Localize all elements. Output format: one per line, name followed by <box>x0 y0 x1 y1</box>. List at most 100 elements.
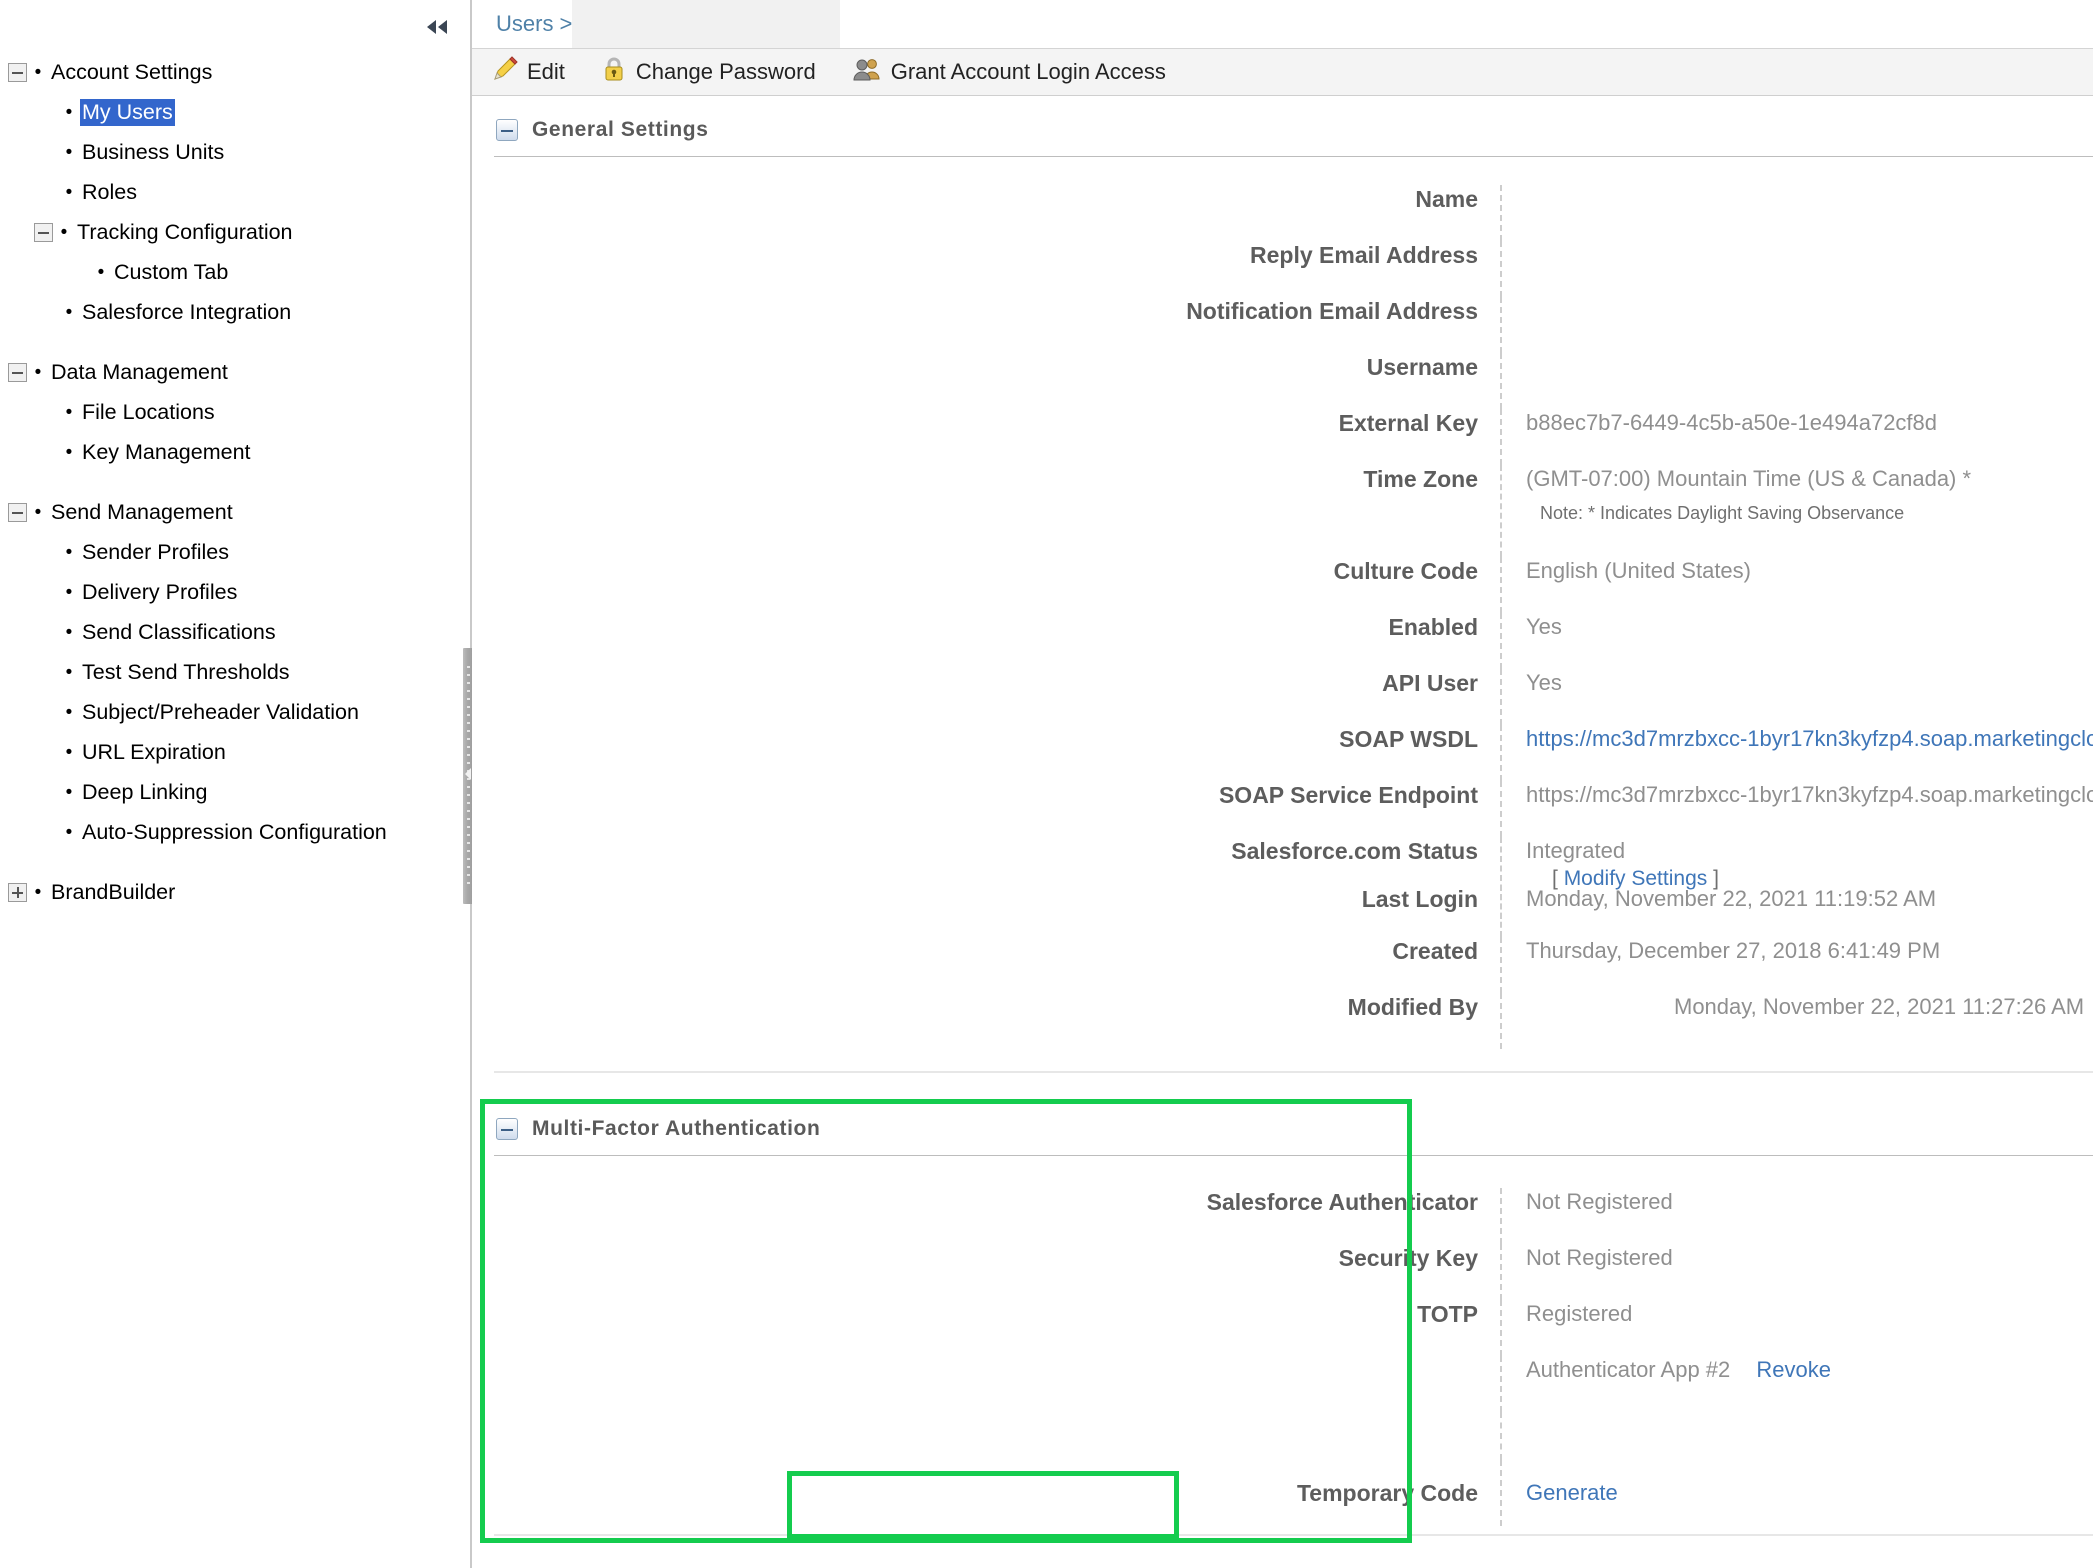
mfa-section: Multi-Factor Authentication Salesforce A… <box>472 1099 2093 1543</box>
sidebar-item-label[interactable]: Key Management <box>80 439 253 466</box>
sidebar-item-subject-preheader-validation[interactable]: • Subject/Preheader Validation <box>0 692 470 732</box>
soap-wsdl-link[interactable]: https://mc3d7mrzbxcc-1byr17kn3kyfzp4.soa… <box>1526 726 2093 751</box>
sidebar-item-deep-linking[interactable]: • Deep Linking <box>0 772 470 812</box>
nav-group-spacer <box>0 472 470 492</box>
field-value: Yes <box>1500 669 2093 725</box>
bullet-icon: • <box>65 781 73 803</box>
change-password-button[interactable]: Change Password <box>601 56 816 88</box>
section-collapse-icon[interactable] <box>496 1118 518 1140</box>
sidebar-item-label[interactable]: Send Management <box>49 499 235 526</box>
collapse-sidebar-button[interactable] <box>422 14 454 40</box>
sidebar-item-label[interactable]: URL Expiration <box>80 739 228 766</box>
field-value: https://mc3d7mrzbxcc-1byr17kn3kyfzp4.soa… <box>1500 781 2093 837</box>
generate-link[interactable]: Generate <box>1526 1480 1618 1505</box>
sidebar-item-send-management[interactable]: • Send Management <box>0 492 470 532</box>
sidebar-item-label[interactable]: Deep Linking <box>80 779 210 806</box>
sidebar-item-business-units[interactable]: • Business Units <box>0 132 470 172</box>
sidebar-item-send-classifications[interactable]: • Send Classifications <box>0 612 470 652</box>
page-root: • Account Settings • My Users • Business… <box>0 0 2093 1568</box>
field-label: Last Login <box>1361 886 1478 912</box>
field-value: Monday, November 22, 2021 11:19:52 AM <box>1500 885 2093 937</box>
mfa-header: Multi-Factor Authentication <box>472 1099 2093 1155</box>
sidebar-item-file-locations[interactable]: • File Locations <box>0 392 470 432</box>
sidebar-item-label[interactable]: Data Management <box>49 359 230 386</box>
sidebar-item-custom-tab[interactable]: • Custom Tab <box>0 252 470 292</box>
sidebar-item-label[interactable]: Business Units <box>80 139 226 166</box>
sidebar-item-label[interactable]: Salesforce Integration <box>80 299 293 326</box>
mfa-title: Multi-Factor Authentication <box>532 1117 821 1140</box>
tree-toggle-plus-icon[interactable] <box>8 882 27 902</box>
sidebar-item-label[interactable]: Auto-Suppression Configuration <box>80 819 389 846</box>
bullet-icon: • <box>34 61 42 83</box>
bullet-icon: • <box>34 501 42 523</box>
revoke-link[interactable]: Revoke <box>1756 1357 1831 1382</box>
field-value: Thursday, December 27, 2018 6:41:49 PM <box>1500 937 2093 993</box>
sidebar-item-label[interactable]: BrandBuilder <box>49 879 177 906</box>
timezone-note: Note: * Indicates Daylight Saving Observ… <box>1540 503 1905 523</box>
sidebar-item-label[interactable]: Sender Profiles <box>80 539 231 566</box>
sidebar-item-data-management[interactable]: • Data Management <box>0 352 470 392</box>
bullet-icon: • <box>34 881 42 903</box>
field-row-last-login: Last Login Monday, November 22, 2021 11:… <box>472 885 2093 937</box>
sidebar-item-label[interactable]: File Locations <box>80 399 217 426</box>
sidebar-item-roles[interactable]: • Roles <box>0 172 470 212</box>
sidebar-item-label[interactable]: Custom Tab <box>112 259 230 286</box>
field-label: Reply Email Address <box>1250 242 1478 268</box>
breadcrumb: Users > <box>472 0 2093 48</box>
field-value-empty <box>1500 1412 2093 1460</box>
bullet-icon: • <box>65 581 73 603</box>
lock-icon <box>601 56 627 88</box>
sidebar-item-label[interactable]: Roles <box>80 179 139 206</box>
sidebar-item-label[interactable]: Test Send Thresholds <box>80 659 292 686</box>
nav-group-brandbuilder: • BrandBuilder <box>0 872 470 912</box>
nav-group-data-management: • Data Management • File Locations • Key… <box>0 352 470 472</box>
field-value: (GMT-07:00) Mountain Time (US & Canada) … <box>1526 466 1972 491</box>
field-label: TOTP <box>1417 1301 1478 1327</box>
sidebar-item-label[interactable]: Account Settings <box>49 59 214 86</box>
tree-toggle-minus-icon[interactable] <box>8 62 27 82</box>
sidebar-item-label[interactable]: Tracking Configuration <box>75 219 295 246</box>
tree-toggle-minus-icon[interactable] <box>8 502 27 522</box>
edit-label: Edit <box>527 59 565 84</box>
field-label: Notification Email Address <box>1186 298 1478 324</box>
field-label: Salesforce.com Status <box>1231 838 1478 864</box>
change-password-label: Change Password <box>635 59 816 84</box>
sidebar-item-salesforce-integration[interactable]: • Salesforce Integration <box>0 292 470 332</box>
sidebar-item-label[interactable]: Subject/Preheader Validation <box>80 699 361 726</box>
grant-account-login-access-button[interactable]: Grant Account Login Access <box>852 56 1166 88</box>
bullet-icon: • <box>65 701 73 723</box>
field-label: SOAP Service Endpoint <box>1218 782 1478 808</box>
section-collapse-icon[interactable] <box>496 119 518 141</box>
general-settings-header: General Settings <box>472 96 2093 156</box>
sidebar-item-label[interactable]: Delivery Profiles <box>80 579 239 606</box>
sidebar-item-delivery-profiles[interactable]: • Delivery Profiles <box>0 572 470 612</box>
field-row-notification-email-address: Notification Email Address <box>472 297 2093 353</box>
sidebar-item-test-send-thresholds[interactable]: • Test Send Thresholds <box>0 652 470 692</box>
breadcrumb-users-link[interactable]: Users > <box>496 11 572 37</box>
sidebar-item-my-users[interactable]: • My Users <box>0 92 470 132</box>
edit-button[interactable]: Edit <box>492 56 565 88</box>
sidebar-item-account-settings[interactable]: • Account Settings <box>0 52 470 92</box>
sidebar-item-label[interactable]: Send Classifications <box>80 619 278 646</box>
tree-toggle-minus-icon[interactable] <box>34 222 53 242</box>
grip-arrow-left-icon <box>465 768 471 780</box>
sidebar-item-brandbuilder[interactable]: • BrandBuilder <box>0 872 470 912</box>
mfa-spacer <box>472 1412 2093 1460</box>
nav-group-account-settings: • Account Settings • My Users • Business… <box>0 52 470 332</box>
sidebar-item-tracking-configuration[interactable]: • Tracking Configuration <box>0 212 470 252</box>
field-label: External Key <box>1338 410 1478 436</box>
field-label: Culture Code <box>1333 558 1478 584</box>
field-value <box>1500 297 2093 353</box>
sidebar-item-key-management[interactable]: • Key Management <box>0 432 470 472</box>
sidebar-item-label[interactable]: My Users <box>80 98 175 126</box>
navigation-sidebar: • Account Settings • My Users • Business… <box>0 0 474 1568</box>
tree-toggle-minus-icon[interactable] <box>8 362 27 382</box>
field-row-name: Name <box>472 185 2093 241</box>
sidebar-item-sender-profiles[interactable]: • Sender Profiles <box>0 532 470 572</box>
field-value: b88ec7b7-6449-4c5b-a50e-1e494a72cf8d <box>1500 409 2093 465</box>
field-value-group: https://mc3d7mrzbxcc-1byr17kn3kyfzp4.soa… <box>1500 725 2093 781</box>
field-row-reply-email-address: Reply Email Address <box>472 241 2093 297</box>
sidebar-item-auto-suppression-configuration[interactable]: • Auto-Suppression Configuration <box>0 812 470 852</box>
field-value <box>1500 185 2093 241</box>
sidebar-item-url-expiration[interactable]: • URL Expiration <box>0 732 470 772</box>
